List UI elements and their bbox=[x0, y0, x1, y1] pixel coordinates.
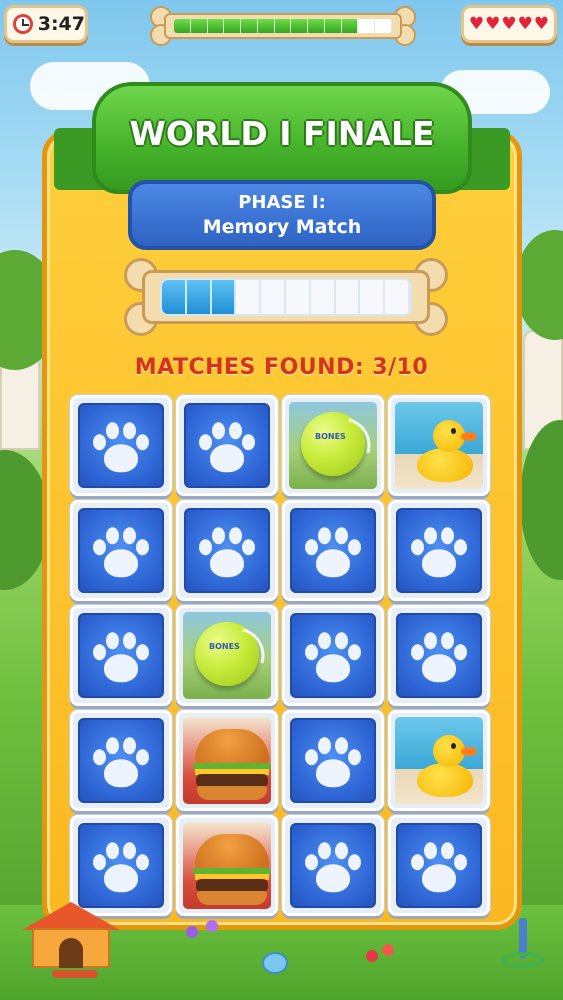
paw-icon bbox=[91, 735, 151, 791]
level-progress-segment bbox=[375, 19, 392, 33]
doghouse-decoration bbox=[22, 902, 120, 968]
lives-display: ♥ ♥ ♥ ♥ ♥ bbox=[461, 5, 557, 43]
flower-decoration bbox=[186, 926, 198, 938]
phase-number: PHASE I: bbox=[238, 192, 326, 213]
level-progress-segment bbox=[324, 19, 342, 33]
memory-card-tennis-ball[interactable]: BONES bbox=[176, 605, 278, 706]
level-progress-segment bbox=[174, 19, 191, 33]
paw-icon bbox=[197, 420, 257, 476]
match-progress-segment bbox=[335, 280, 361, 314]
memory-card-facedown[interactable] bbox=[70, 500, 172, 601]
match-progress-fill bbox=[160, 278, 412, 316]
memory-card-facedown[interactable] bbox=[282, 500, 384, 601]
matches-found-label: MATCHES FOUND: 3/10 bbox=[134, 355, 429, 380]
paw-icon bbox=[303, 630, 363, 686]
memory-card-facedown[interactable] bbox=[282, 605, 384, 706]
memory-card-burger[interactable] bbox=[176, 815, 278, 916]
paw-icon bbox=[303, 525, 363, 581]
phase-name: Memory Match bbox=[202, 216, 362, 238]
memory-card-facedown[interactable] bbox=[70, 605, 172, 706]
level-progress-segment bbox=[190, 19, 208, 33]
match-progress-segment bbox=[310, 280, 336, 314]
flower-decoration bbox=[366, 950, 378, 962]
paw-icon bbox=[91, 630, 151, 686]
match-progress-segment bbox=[385, 280, 410, 314]
level-progress-segment bbox=[308, 19, 325, 33]
memory-card-facedown[interactable] bbox=[388, 815, 490, 916]
memory-card-facedown[interactable] bbox=[176, 500, 278, 601]
level-progress-segment bbox=[358, 19, 376, 33]
paw-icon bbox=[197, 525, 257, 581]
memory-card-facedown[interactable] bbox=[70, 710, 172, 811]
paw-icon bbox=[91, 420, 151, 476]
memory-card-facedown[interactable] bbox=[70, 815, 172, 916]
match-progress-segment bbox=[186, 280, 212, 314]
match-progress-bar bbox=[124, 258, 448, 336]
match-progress-segment bbox=[360, 280, 386, 314]
title-ribbon: WORLD I FINALE bbox=[92, 82, 472, 194]
memory-card-rubber-duck[interactable] bbox=[388, 395, 490, 496]
level-progress-fill bbox=[174, 19, 392, 33]
match-progress-segment bbox=[236, 280, 262, 314]
memory-card-facedown[interactable] bbox=[282, 815, 384, 916]
tennis-ball-label: BONES bbox=[315, 431, 346, 441]
tennis-ball-icon: BONES bbox=[195, 621, 259, 686]
paw-icon bbox=[409, 630, 469, 686]
memory-card-rubber-duck[interactable] bbox=[388, 710, 490, 811]
paw-icon bbox=[91, 840, 151, 896]
memory-card-grid: BONES BONES bbox=[70, 395, 494, 921]
heart-icon: ♥ bbox=[517, 13, 533, 34]
flower-decoration bbox=[382, 944, 394, 956]
paw-icon bbox=[91, 525, 151, 581]
memory-card-facedown[interactable] bbox=[176, 395, 278, 496]
tennis-ball-icon: BONES bbox=[301, 411, 365, 476]
memory-card-facedown[interactable] bbox=[282, 710, 384, 811]
alarm-clock-icon bbox=[13, 14, 33, 34]
level-progress-segment bbox=[207, 19, 225, 33]
match-progress-segment bbox=[261, 280, 286, 314]
memory-card-facedown[interactable] bbox=[388, 605, 490, 706]
heart-icon: ♥ bbox=[501, 13, 517, 34]
level-title: WORLD I FINALE bbox=[129, 113, 435, 153]
bone-toy-decoration bbox=[52, 970, 98, 978]
timer-text: 3:47 bbox=[37, 13, 85, 35]
paw-icon bbox=[303, 735, 363, 791]
level-progress-segment bbox=[241, 19, 258, 33]
level-progress-segment bbox=[291, 19, 309, 33]
heart-icon: ♥ bbox=[468, 13, 485, 34]
paw-icon bbox=[303, 840, 363, 896]
match-progress-segment bbox=[285, 280, 311, 314]
level-progress-segment bbox=[257, 19, 275, 33]
paw-icon bbox=[409, 525, 469, 581]
level-progress-segment bbox=[341, 19, 359, 33]
match-progress-segment bbox=[211, 280, 237, 314]
heart-icon: ♥ bbox=[485, 13, 501, 34]
ball-toy-decoration bbox=[262, 952, 288, 974]
memory-card-facedown[interactable] bbox=[388, 500, 490, 601]
memory-card-burger[interactable] bbox=[176, 710, 278, 811]
phase-label: PHASE I: Memory Match bbox=[128, 180, 436, 250]
flower-decoration bbox=[206, 920, 218, 932]
level-progress-segment bbox=[224, 19, 242, 33]
memory-card-tennis-ball[interactable]: BONES bbox=[282, 395, 384, 496]
heart-icon: ♥ bbox=[533, 13, 550, 34]
match-progress-segment bbox=[162, 280, 187, 314]
paw-icon bbox=[409, 840, 469, 896]
sprinkler-decoration bbox=[501, 908, 545, 968]
level-progress-bar bbox=[150, 6, 416, 46]
memory-card-facedown[interactable] bbox=[70, 395, 172, 496]
timer-display: 3:47 bbox=[4, 5, 88, 43]
level-progress-segment bbox=[274, 19, 292, 33]
tennis-ball-label: BONES bbox=[209, 641, 240, 651]
